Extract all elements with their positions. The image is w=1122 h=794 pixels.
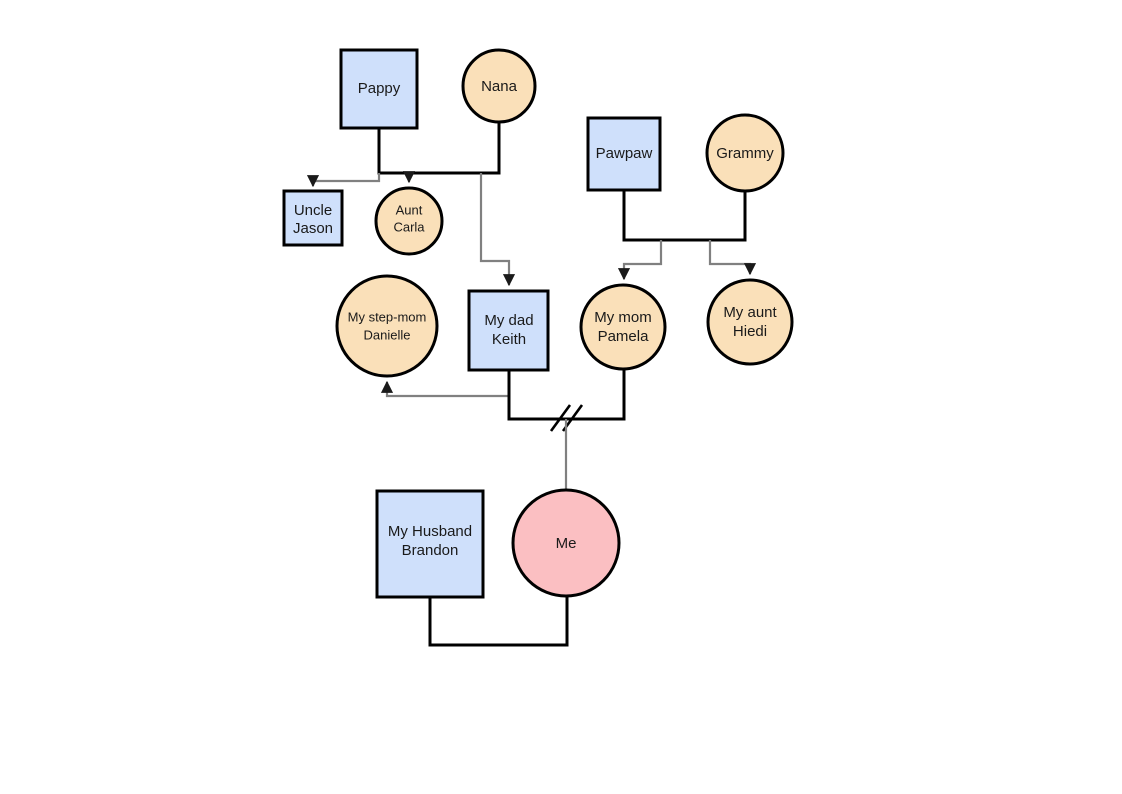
node-dad-keith[interactable]: My dad Keith	[467, 289, 550, 372]
node-step-mom-danielle[interactable]: My step-mom Danielle	[335, 274, 439, 378]
node-aunt-carla[interactable]: Aunt Carla	[374, 186, 444, 256]
node-grammy-shape[interactable]	[705, 113, 785, 193]
node-pappy-shape[interactable]	[339, 48, 419, 130]
node-grammy[interactable]: Grammy	[705, 113, 785, 193]
node-me-shape[interactable]	[511, 488, 621, 598]
node-husband-brandon[interactable]: My Husband Brandon	[375, 489, 485, 599]
node-aunt-hiedi-shape[interactable]	[706, 278, 794, 366]
node-uncle-jason-shape[interactable]	[282, 189, 344, 247]
node-nana[interactable]: Nana	[461, 48, 537, 124]
node-nana-shape[interactable]	[461, 48, 537, 124]
node-dad-keith-shape[interactable]	[467, 289, 550, 372]
node-pawpaw[interactable]: Pawpaw	[586, 116, 662, 192]
node-pappy[interactable]: Pappy	[339, 48, 419, 130]
node-uncle-jason[interactable]: Uncle Jason	[282, 189, 344, 247]
node-mom-pamela-shape[interactable]	[579, 283, 667, 371]
canvas-background	[0, 0, 1122, 794]
node-aunt-carla-shape[interactable]	[374, 186, 444, 256]
node-aunt-hiedi[interactable]: My aunt Hiedi	[706, 278, 794, 366]
genogram-diagram: Pappy Nana Pawpaw Grammy Uncle Jason Aun…	[0, 0, 1122, 794]
node-step-mom-danielle-shape[interactable]	[335, 274, 439, 378]
node-pawpaw-shape[interactable]	[586, 116, 662, 192]
node-husband-brandon-shape[interactable]	[375, 489, 485, 599]
node-mom-pamela[interactable]: My mom Pamela	[579, 283, 667, 371]
node-me[interactable]: Me	[511, 488, 621, 598]
